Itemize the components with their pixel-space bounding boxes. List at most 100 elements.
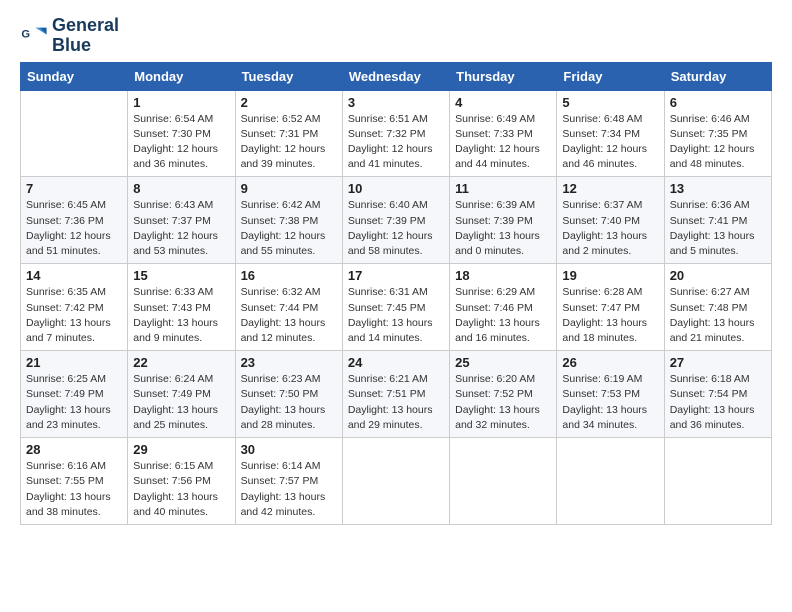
day-number: 7 [26,181,122,196]
day-cell: 11 Sunrise: 6:39 AMSunset: 7:39 PMDaylig… [450,177,557,264]
weekday-header-monday: Monday [128,62,235,90]
day-cell [21,90,128,177]
day-number: 11 [455,181,551,196]
day-cell: 10 Sunrise: 6:40 AMSunset: 7:39 PMDaylig… [342,177,449,264]
day-number: 26 [562,355,658,370]
svg-text:G: G [21,28,30,40]
day-cell [342,438,449,525]
day-info: Sunrise: 6:24 AMSunset: 7:49 PMDaylight:… [133,373,218,431]
day-info: Sunrise: 6:28 AMSunset: 7:47 PMDaylight:… [562,286,647,344]
day-number: 1 [133,95,229,110]
day-number: 10 [348,181,444,196]
day-number: 2 [241,95,337,110]
day-cell: 24 Sunrise: 6:21 AMSunset: 7:51 PMDaylig… [342,351,449,438]
day-number: 15 [133,268,229,283]
day-cell: 1 Sunrise: 6:54 AMSunset: 7:30 PMDayligh… [128,90,235,177]
calendar-body: 1 Sunrise: 6:54 AMSunset: 7:30 PMDayligh… [21,90,772,524]
day-info: Sunrise: 6:25 AMSunset: 7:49 PMDaylight:… [26,373,111,431]
day-info: Sunrise: 6:32 AMSunset: 7:44 PMDaylight:… [241,286,326,344]
day-info: Sunrise: 6:18 AMSunset: 7:54 PMDaylight:… [670,373,755,431]
weekday-header-sunday: Sunday [21,62,128,90]
day-info: Sunrise: 6:20 AMSunset: 7:52 PMDaylight:… [455,373,540,431]
day-cell: 26 Sunrise: 6:19 AMSunset: 7:53 PMDaylig… [557,351,664,438]
header: G General Blue [20,16,772,56]
weekday-header-wednesday: Wednesday [342,62,449,90]
logo: G General Blue [20,16,119,56]
day-info: Sunrise: 6:23 AMSunset: 7:50 PMDaylight:… [241,373,326,431]
day-number: 29 [133,442,229,457]
day-cell: 15 Sunrise: 6:33 AMSunset: 7:43 PMDaylig… [128,264,235,351]
day-number: 14 [26,268,122,283]
day-cell: 13 Sunrise: 6:36 AMSunset: 7:41 PMDaylig… [664,177,771,264]
day-number: 21 [26,355,122,370]
day-cell: 23 Sunrise: 6:23 AMSunset: 7:50 PMDaylig… [235,351,342,438]
calendar-table: SundayMondayTuesdayWednesdayThursdayFrid… [20,62,772,525]
day-number: 24 [348,355,444,370]
day-info: Sunrise: 6:29 AMSunset: 7:46 PMDaylight:… [455,286,540,344]
day-cell: 14 Sunrise: 6:35 AMSunset: 7:42 PMDaylig… [21,264,128,351]
day-info: Sunrise: 6:39 AMSunset: 7:39 PMDaylight:… [455,199,540,257]
day-number: 23 [241,355,337,370]
day-number: 6 [670,95,766,110]
day-info: Sunrise: 6:21 AMSunset: 7:51 PMDaylight:… [348,373,433,431]
day-number: 8 [133,181,229,196]
logo-icon: G [20,22,48,50]
day-number: 30 [241,442,337,457]
day-cell: 21 Sunrise: 6:25 AMSunset: 7:49 PMDaylig… [21,351,128,438]
day-number: 22 [133,355,229,370]
day-info: Sunrise: 6:14 AMSunset: 7:57 PMDaylight:… [241,460,326,518]
day-cell [664,438,771,525]
day-number: 28 [26,442,122,457]
day-cell: 18 Sunrise: 6:29 AMSunset: 7:46 PMDaylig… [450,264,557,351]
day-cell: 17 Sunrise: 6:31 AMSunset: 7:45 PMDaylig… [342,264,449,351]
day-cell: 20 Sunrise: 6:27 AMSunset: 7:48 PMDaylig… [664,264,771,351]
weekday-header-saturday: Saturday [664,62,771,90]
day-info: Sunrise: 6:51 AMSunset: 7:32 PMDaylight:… [348,113,433,171]
day-number: 19 [562,268,658,283]
week-row-3: 14 Sunrise: 6:35 AMSunset: 7:42 PMDaylig… [21,264,772,351]
day-cell: 3 Sunrise: 6:51 AMSunset: 7:32 PMDayligh… [342,90,449,177]
day-number: 13 [670,181,766,196]
day-cell: 2 Sunrise: 6:52 AMSunset: 7:31 PMDayligh… [235,90,342,177]
day-info: Sunrise: 6:15 AMSunset: 7:56 PMDaylight:… [133,460,218,518]
day-number: 12 [562,181,658,196]
logo-text: General Blue [52,16,119,56]
day-info: Sunrise: 6:40 AMSunset: 7:39 PMDaylight:… [348,199,433,257]
weekday-header-thursday: Thursday [450,62,557,90]
day-info: Sunrise: 6:48 AMSunset: 7:34 PMDaylight:… [562,113,647,171]
day-info: Sunrise: 6:46 AMSunset: 7:35 PMDaylight:… [670,113,755,171]
week-row-5: 28 Sunrise: 6:16 AMSunset: 7:55 PMDaylig… [21,438,772,525]
day-number: 25 [455,355,551,370]
day-info: Sunrise: 6:37 AMSunset: 7:40 PMDaylight:… [562,199,647,257]
day-info: Sunrise: 6:35 AMSunset: 7:42 PMDaylight:… [26,286,111,344]
day-info: Sunrise: 6:16 AMSunset: 7:55 PMDaylight:… [26,460,111,518]
day-info: Sunrise: 6:27 AMSunset: 7:48 PMDaylight:… [670,286,755,344]
week-row-2: 7 Sunrise: 6:45 AMSunset: 7:36 PMDayligh… [21,177,772,264]
day-cell: 5 Sunrise: 6:48 AMSunset: 7:34 PMDayligh… [557,90,664,177]
day-number: 9 [241,181,337,196]
day-info: Sunrise: 6:54 AMSunset: 7:30 PMDaylight:… [133,113,218,171]
day-cell [450,438,557,525]
weekday-header-row: SundayMondayTuesdayWednesdayThursdayFrid… [21,62,772,90]
day-info: Sunrise: 6:36 AMSunset: 7:41 PMDaylight:… [670,199,755,257]
day-cell: 9 Sunrise: 6:42 AMSunset: 7:38 PMDayligh… [235,177,342,264]
day-info: Sunrise: 6:19 AMSunset: 7:53 PMDaylight:… [562,373,647,431]
day-info: Sunrise: 6:49 AMSunset: 7:33 PMDaylight:… [455,113,540,171]
day-cell: 4 Sunrise: 6:49 AMSunset: 7:33 PMDayligh… [450,90,557,177]
day-number: 17 [348,268,444,283]
day-info: Sunrise: 6:42 AMSunset: 7:38 PMDaylight:… [241,199,326,257]
weekday-header-friday: Friday [557,62,664,90]
weekday-header-tuesday: Tuesday [235,62,342,90]
day-cell: 27 Sunrise: 6:18 AMSunset: 7:54 PMDaylig… [664,351,771,438]
day-cell: 16 Sunrise: 6:32 AMSunset: 7:44 PMDaylig… [235,264,342,351]
day-info: Sunrise: 6:52 AMSunset: 7:31 PMDaylight:… [241,113,326,171]
day-info: Sunrise: 6:45 AMSunset: 7:36 PMDaylight:… [26,199,111,257]
day-info: Sunrise: 6:31 AMSunset: 7:45 PMDaylight:… [348,286,433,344]
day-number: 5 [562,95,658,110]
day-number: 20 [670,268,766,283]
day-cell: 25 Sunrise: 6:20 AMSunset: 7:52 PMDaylig… [450,351,557,438]
day-cell: 8 Sunrise: 6:43 AMSunset: 7:37 PMDayligh… [128,177,235,264]
day-cell: 28 Sunrise: 6:16 AMSunset: 7:55 PMDaylig… [21,438,128,525]
day-number: 18 [455,268,551,283]
week-row-4: 21 Sunrise: 6:25 AMSunset: 7:49 PMDaylig… [21,351,772,438]
